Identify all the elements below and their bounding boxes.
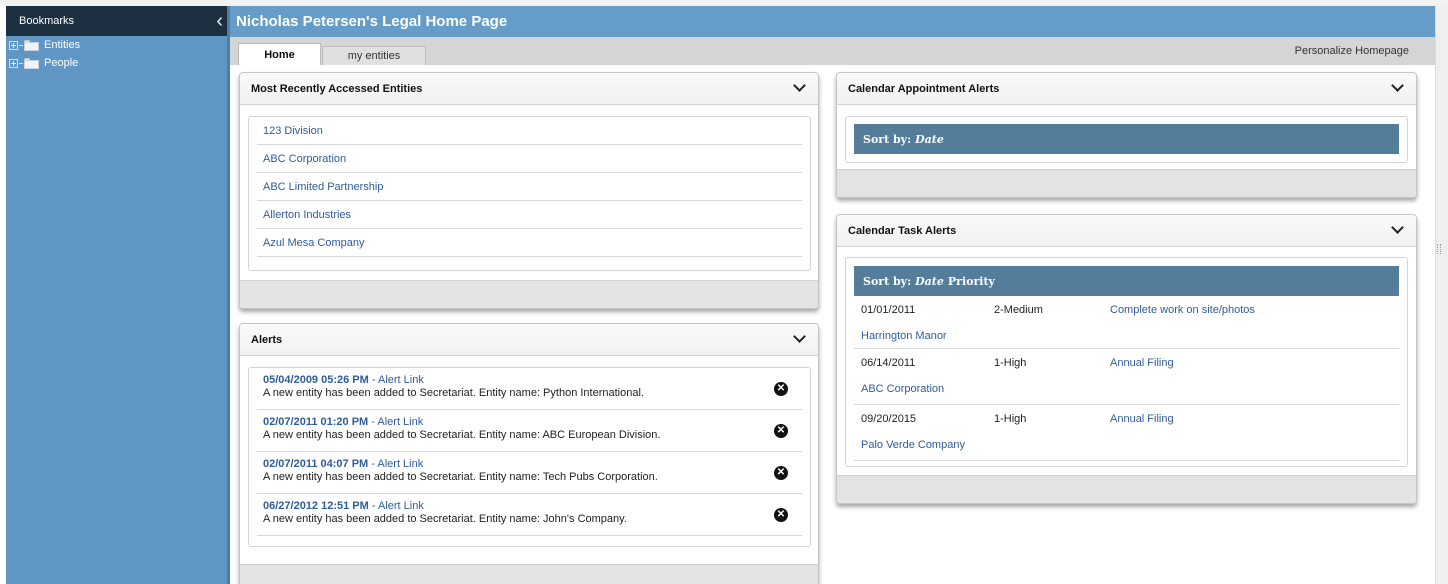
task-entity-link[interactable]: Harrington Manor bbox=[861, 330, 947, 342]
task-alerts-panel: Calendar Task Alerts Sort by: Date Prior… bbox=[836, 214, 1417, 504]
close-icon[interactable]: ✕ bbox=[774, 424, 788, 438]
sort-bar: Sort by: Date bbox=[854, 124, 1399, 154]
alerts-panel: Alerts 05/04/2009 05:26 PM - Alert Link … bbox=[239, 323, 819, 584]
table-row: 06/14/2011 1-High Annual Filing ABC Corp… bbox=[854, 349, 1399, 405]
close-icon[interactable]: ✕ bbox=[774, 382, 788, 396]
resize-grip-icon[interactable] bbox=[1437, 244, 1441, 254]
task-date: 01/01/2011 bbox=[861, 304, 916, 316]
task-entity-link[interactable]: Palo Verde Company bbox=[861, 439, 965, 451]
alert-item: 02/07/2011 01:20 PM - Alert Link A new e… bbox=[257, 410, 802, 452]
collapse-sidebar-icon[interactable]: ‹ bbox=[216, 11, 223, 31]
alert-message: A new entity has been added to Secretari… bbox=[263, 471, 658, 483]
recent-entities-list: 123 Division ABC Corporation ABC Limited… bbox=[248, 116, 811, 271]
alert-link[interactable]: - Alert Link bbox=[371, 416, 423, 428]
task-alerts-box: Sort by: Date Priority 01/01/2011 2-Medi… bbox=[845, 257, 1408, 467]
panel-header: Alerts bbox=[240, 324, 818, 356]
sidebar-header: Bookmarks ‹ bbox=[6, 6, 227, 36]
task-priority: 2-Medium bbox=[994, 304, 1043, 316]
alert-link[interactable]: - Alert Link bbox=[371, 458, 423, 470]
alert-message: A new entity has been added to Secretari… bbox=[263, 513, 627, 525]
list-item[interactable]: 123 Division bbox=[257, 117, 802, 145]
sidebar-item-people[interactable]: People bbox=[6, 54, 227, 72]
alert-link[interactable]: - Alert Link bbox=[372, 500, 424, 512]
bookmarks-sidebar: Bookmarks ‹ Entities People bbox=[6, 6, 227, 584]
recent-entities-panel: Most Recently Accessed Entities 123 Divi… bbox=[239, 72, 819, 309]
sort-date[interactable]: Date bbox=[915, 133, 944, 146]
alert-message: A new entity has been added to Secretari… bbox=[263, 429, 661, 441]
close-icon[interactable]: ✕ bbox=[774, 508, 788, 522]
sidebar-item-entities[interactable]: Entities bbox=[6, 36, 227, 54]
alert-heading[interactable]: 06/27/2012 12:51 PM - Alert Link bbox=[263, 500, 802, 512]
table-row: 01/01/2011 2-Medium Complete work on sit… bbox=[854, 296, 1399, 349]
alert-item: 06/27/2012 12:51 PM - Alert Link A new e… bbox=[257, 494, 802, 536]
list-item[interactable]: Azul Mesa Company bbox=[257, 229, 802, 257]
table-row: 09/20/2015 1-High Annual Filing Palo Ver… bbox=[854, 405, 1399, 461]
panel-header: Most Recently Accessed Entities bbox=[240, 73, 818, 105]
panel-footer bbox=[837, 169, 1416, 197]
panel-title: Most Recently Accessed Entities bbox=[251, 82, 423, 95]
right-panel-edge bbox=[1435, 6, 1448, 584]
appointment-alerts-box: Sort by: Date bbox=[845, 116, 1408, 163]
alert-heading[interactable]: 02/07/2011 01:20 PM - Alert Link bbox=[263, 416, 802, 428]
folder-icon bbox=[24, 39, 39, 51]
sort-priority[interactable]: Priority bbox=[948, 275, 995, 288]
tree-line bbox=[19, 44, 23, 46]
task-priority: 1-High bbox=[994, 413, 1027, 425]
alert-datetime[interactable]: 06/27/2012 12:51 PM bbox=[263, 500, 369, 512]
panel-footer bbox=[837, 475, 1416, 503]
folder-icon bbox=[24, 57, 39, 69]
panel-title: Alerts bbox=[251, 333, 283, 346]
task-priority: 1-High bbox=[994, 357, 1027, 369]
sort-bar: Sort by: Date Priority bbox=[854, 266, 1399, 296]
alert-message: A new entity has been added to Secretari… bbox=[263, 387, 644, 399]
chevron-down-icon[interactable] bbox=[1391, 221, 1404, 234]
list-item[interactable]: ABC Limited Partnership bbox=[257, 173, 802, 201]
task-date: 09/20/2015 bbox=[861, 413, 917, 425]
panel-header: Calendar Appointment Alerts bbox=[837, 73, 1416, 105]
task-entity-link[interactable]: ABC Corporation bbox=[861, 383, 944, 395]
alert-heading[interactable]: 02/07/2011 04:07 PM - Alert Link bbox=[263, 458, 802, 470]
alerts-list: 05/04/2009 05:26 PM - Alert Link A new e… bbox=[248, 367, 811, 547]
panel-footer bbox=[240, 280, 818, 308]
panel-footer bbox=[240, 564, 818, 584]
sidebar-item-label: People bbox=[44, 57, 79, 69]
alert-item: 02/07/2011 04:07 PM - Alert Link A new e… bbox=[257, 452, 802, 494]
chevron-down-icon[interactable] bbox=[793, 79, 806, 92]
tree-line bbox=[19, 62, 23, 64]
alert-heading[interactable]: 05/04/2009 05:26 PM - Alert Link bbox=[263, 374, 802, 386]
task-link[interactable]: Annual Filing bbox=[1110, 357, 1174, 369]
alert-link[interactable]: - Alert Link bbox=[372, 374, 424, 386]
sort-label: Sort by: bbox=[863, 132, 912, 146]
expand-icon[interactable] bbox=[9, 58, 18, 68]
sidebar-item-label: Entities bbox=[44, 39, 81, 51]
panel-title: Calendar Task Alerts bbox=[848, 224, 957, 237]
main-area: Nicholas Petersen's Legal Home Page Home… bbox=[230, 6, 1435, 584]
chevron-down-icon[interactable] bbox=[1391, 79, 1404, 92]
alert-item: 05/04/2009 05:26 PM - Alert Link A new e… bbox=[257, 368, 802, 410]
page-title: Nicholas Petersen's Legal Home Page bbox=[230, 6, 1435, 37]
tab-bar: Home my entities Personalize Homepage bbox=[230, 37, 1435, 65]
list-item[interactable]: ABC Corporation bbox=[257, 145, 802, 173]
appointment-alerts-panel: Calendar Appointment Alerts Sort by: Dat… bbox=[836, 72, 1417, 198]
alert-datetime[interactable]: 02/07/2011 04:07 PM bbox=[263, 458, 368, 470]
tab-home[interactable]: Home bbox=[238, 43, 321, 65]
panel-header: Calendar Task Alerts bbox=[837, 215, 1416, 247]
task-date: 06/14/2011 bbox=[861, 357, 916, 369]
personalize-homepage-link[interactable]: Personalize Homepage bbox=[1295, 45, 1409, 57]
task-link[interactable]: Complete work on site/photos bbox=[1110, 304, 1255, 316]
task-link[interactable]: Annual Filing bbox=[1110, 413, 1174, 425]
panel-title: Calendar Appointment Alerts bbox=[848, 82, 1000, 95]
expand-icon[interactable] bbox=[9, 40, 18, 50]
sort-date[interactable]: Date bbox=[915, 275, 944, 288]
chevron-down-icon[interactable] bbox=[793, 330, 806, 343]
sidebar-title: Bookmarks bbox=[19, 15, 75, 27]
list-item[interactable]: Allerton Industries bbox=[257, 201, 802, 229]
tab-my-entities[interactable]: my entities bbox=[322, 46, 426, 65]
alert-datetime[interactable]: 05/04/2009 05:26 PM bbox=[263, 374, 369, 386]
alert-datetime[interactable]: 02/07/2011 01:20 PM bbox=[263, 416, 368, 428]
sort-label: Sort by: bbox=[863, 274, 912, 288]
close-icon[interactable]: ✕ bbox=[774, 466, 788, 480]
